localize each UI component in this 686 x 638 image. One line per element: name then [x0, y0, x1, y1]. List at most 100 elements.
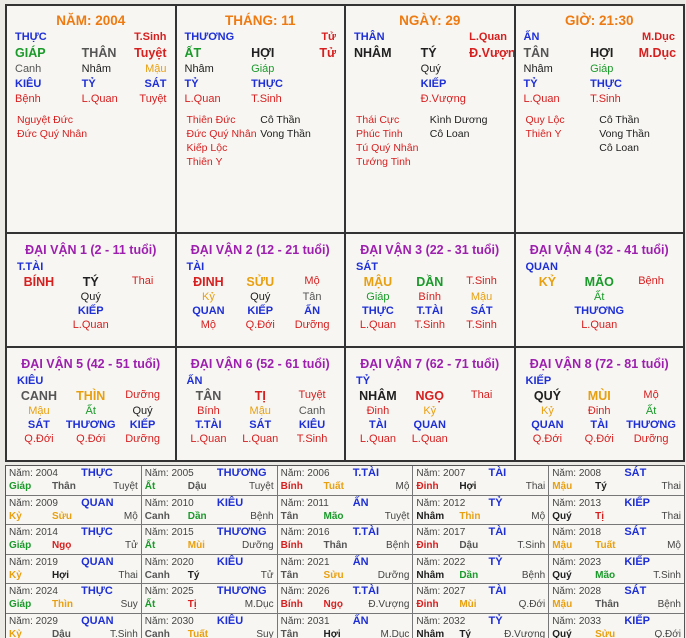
- annual-god: KIÊU: [216, 496, 244, 509]
- annual-god: QUAN: [81, 614, 114, 627]
- annual-cell: Năm: 2031 ẤN Tân Hợi M.Dục: [278, 613, 414, 638]
- annual-can: Ất: [144, 599, 156, 610]
- annual-god: KIÊU: [216, 555, 244, 568]
- annual-can: Ất: [144, 540, 156, 551]
- annual-can: Canh: [144, 628, 170, 638]
- annual-can: Mậu: [552, 599, 573, 610]
- annual-god: SÁT: [624, 467, 647, 479]
- dai-van-row-2: ĐẠI VẬN 5 (42 - 51 tuổi) KIÊU CANH THÌN Dư…: [7, 346, 683, 460]
- annual-year: Năm: 2029: [9, 615, 58, 627]
- pillar-notes: Quy Lộc Thiên Y Cô Thần Vong Thần Cô Loan: [525, 114, 650, 154]
- annual-god: KIÊU: [216, 614, 244, 627]
- annual-chi: Mùi: [187, 540, 205, 551]
- annual-can: Mậu: [552, 540, 573, 551]
- annual-can: Canh: [144, 569, 170, 581]
- pillar-top-god: THỰC: [15, 31, 47, 43]
- pillar-header: THÁNG: 11: [224, 13, 296, 28]
- annual-year: Năm: 2023: [552, 556, 602, 568]
- pillar-header: NGÀY: 29: [399, 13, 461, 28]
- annual-cell: Năm: 2016 T.TÀI Bính Thân Bệnh: [278, 525, 414, 554]
- annual-god: T.TÀI: [352, 526, 379, 538]
- annual-cell: Năm: 2011 ẤN Tân Mão Tuyệt: [278, 495, 414, 524]
- annual-year: Năm: 2030: [144, 615, 194, 627]
- annual-year: Năm: 2012: [416, 497, 466, 509]
- dai-van-cell: ĐẠI VẬN 3 (22 - 31 tuổi) SÁT MẬU DẦN T.Sin…: [346, 234, 516, 346]
- pillar-stage: Tuyệt: [134, 46, 167, 60]
- dai-van-cell: ĐẠI VẬN 8 (72 - 81 tuổi) KIẾP QUÝ MÙI Mộ K…: [525, 357, 676, 445]
- annual-god: TỶ: [488, 555, 503, 568]
- annual-cell: Năm: 2024 THỰC Giáp Thìn Suy: [6, 584, 142, 613]
- annual-cell: Năm: 2008 SÁT Mậu Tý Thai: [549, 466, 684, 495]
- annual-row: Năm: 2009 QUAN Kỷ Sửu Mộ Năm: 2010 KIÊU Canh Dần…: [6, 495, 684, 525]
- annual-god: TÀI: [488, 467, 507, 479]
- annual-chi: Tý: [595, 481, 607, 492]
- annual-stage: Tử: [260, 569, 274, 581]
- annual-year: Năm: 2005: [144, 468, 194, 479]
- annual-year: Năm: 2033: [552, 615, 602, 627]
- annual-cell: Năm: 2023 KIẾP Quý Mão T.Sinh: [549, 555, 684, 584]
- annual-year: Năm: 2032: [416, 615, 466, 627]
- annual-stage: Q.Đới: [654, 628, 681, 638]
- annual-can: Giáp: [9, 540, 32, 551]
- annual-chi: Thân: [595, 599, 620, 610]
- annual-cell: Năm: 2021 ẤN Tân Sửu Dưỡng: [278, 554, 414, 583]
- annual-god: KIẾP: [624, 496, 650, 509]
- annual-cell: Năm: 2022 TỶ Nhâm Dần Bệnh: [413, 554, 550, 583]
- annual-god: TỶ: [488, 496, 503, 509]
- annual-god: SÁT: [624, 585, 647, 597]
- pillar-month: THÁNG: 11 THƯƠNG Tử ẤT HỢI Tử Nhâm Giáp TỶ TH…: [177, 6, 346, 232]
- annual-stage: M.Dục: [380, 628, 410, 638]
- annual-stage: Tử: [125, 540, 138, 551]
- annual-can: Kỷ: [9, 510, 22, 522]
- annual-chi: Sửu: [323, 569, 344, 581]
- pillar-hour: GIỜ: 21:30 ẤN M.Dục TÂN HỢI M.Dục Nhâm Giáp …: [516, 6, 684, 232]
- annual-cell: Năm: 2017 TÀI Đinh Dậu T.Sinh: [413, 525, 550, 554]
- annual-can: Tân: [280, 569, 299, 581]
- annual-year: Năm: 2027: [416, 586, 466, 597]
- annual-stage: Bệnh: [657, 599, 681, 610]
- annual-cell: Năm: 2013 KIẾP Quý Tị Thai: [549, 496, 684, 525]
- annual-stage: T.Sinh: [517, 540, 546, 551]
- annual-chi: Dậu: [51, 628, 71, 638]
- pillar-chi: THÂN: [81, 46, 117, 60]
- annual-cell: Năm: 2006 T.TÀI Bính Tuất Mộ: [278, 466, 414, 495]
- pillar-notes: Thái Cực Phúc Tinh Tú Quý Nhân Tướng Tinh K…: [356, 114, 488, 168]
- annual-chi: Dậu: [187, 481, 207, 492]
- pillar-notes: Nguyệt Đức Đức Quý Nhân: [17, 114, 88, 140]
- annual-year: Năm: 2009: [9, 497, 58, 509]
- annual-god: QUAN: [81, 496, 114, 509]
- annual-god: TÀI: [488, 585, 507, 597]
- annual-stage: Mộ: [395, 481, 410, 492]
- annual-stage: Suy: [120, 599, 138, 610]
- annual-stage: Q.Đới: [518, 599, 546, 610]
- annual-can: Giáp: [9, 599, 32, 610]
- annual-cell: Năm: 2025 THƯƠNG Ất Tị M.Dục: [142, 584, 278, 613]
- dai-van-cell: ĐẠI VẬN 6 (52 - 61 tuổi) ẤN TÂN TỊ Tuyệt B…: [177, 348, 346, 460]
- annual-cell: Năm: 2030 KIÊU Canh Tuất Suy: [142, 613, 278, 638]
- annual-cell: Năm: 2007 TÀI Đinh Hợi Thai: [413, 466, 550, 495]
- annual-stage: M.Dục: [244, 599, 274, 610]
- annual-cell: Năm: 2028 SÁT Mậu Thân Bệnh: [549, 584, 684, 613]
- annual-year: Năm: 2021: [280, 556, 330, 568]
- annual-year: Năm: 2016: [280, 527, 330, 538]
- annual-god: QUAN: [81, 555, 114, 568]
- annual-god: THỰC: [81, 467, 113, 479]
- annual-chi: Thân: [323, 540, 348, 551]
- annual-row: Năm: 2014 THỰC Giáp Ngọ Tử Năm: 2015 THƯƠNG Ất M…: [6, 525, 684, 555]
- chart-grid: NĂM: 2004 THỰC T.Sinh GIÁP THÂN Tuyệt Canh N…: [5, 4, 685, 462]
- annual-stage: Đ.Vượng: [368, 599, 410, 610]
- pillar-header: NĂM: 2004: [56, 13, 126, 28]
- dai-van-cell: ĐẠI VẬN 2 (12 - 21 tuổi) TÀI ĐINH SỬU Mộ K…: [177, 234, 346, 346]
- annual-stage: Bệnh: [386, 540, 410, 551]
- annual-year: Năm: 2014: [9, 527, 58, 538]
- annual-can: Quý: [552, 510, 572, 522]
- annual-stage: Bệnh: [521, 569, 546, 581]
- annual-row: Năm: 2019 QUAN Kỷ Hợi Thai Năm: 2020 KIÊU Canh T…: [6, 554, 684, 584]
- annual-chi: Sửu: [595, 628, 616, 638]
- annual-cell: Năm: 2004 THỰC Giáp Thân Tuyệt: [6, 466, 142, 495]
- annual-cell: Năm: 2018 SÁT Mậu Tuất Mộ: [549, 525, 684, 554]
- annual-stage: Mộ: [667, 540, 681, 551]
- annual-cell: Năm: 2032 TỶ Nhâm Tý Đ.Vượng: [413, 613, 550, 638]
- annual-can: Nhâm: [416, 569, 445, 581]
- annual-can: Bính: [280, 540, 303, 551]
